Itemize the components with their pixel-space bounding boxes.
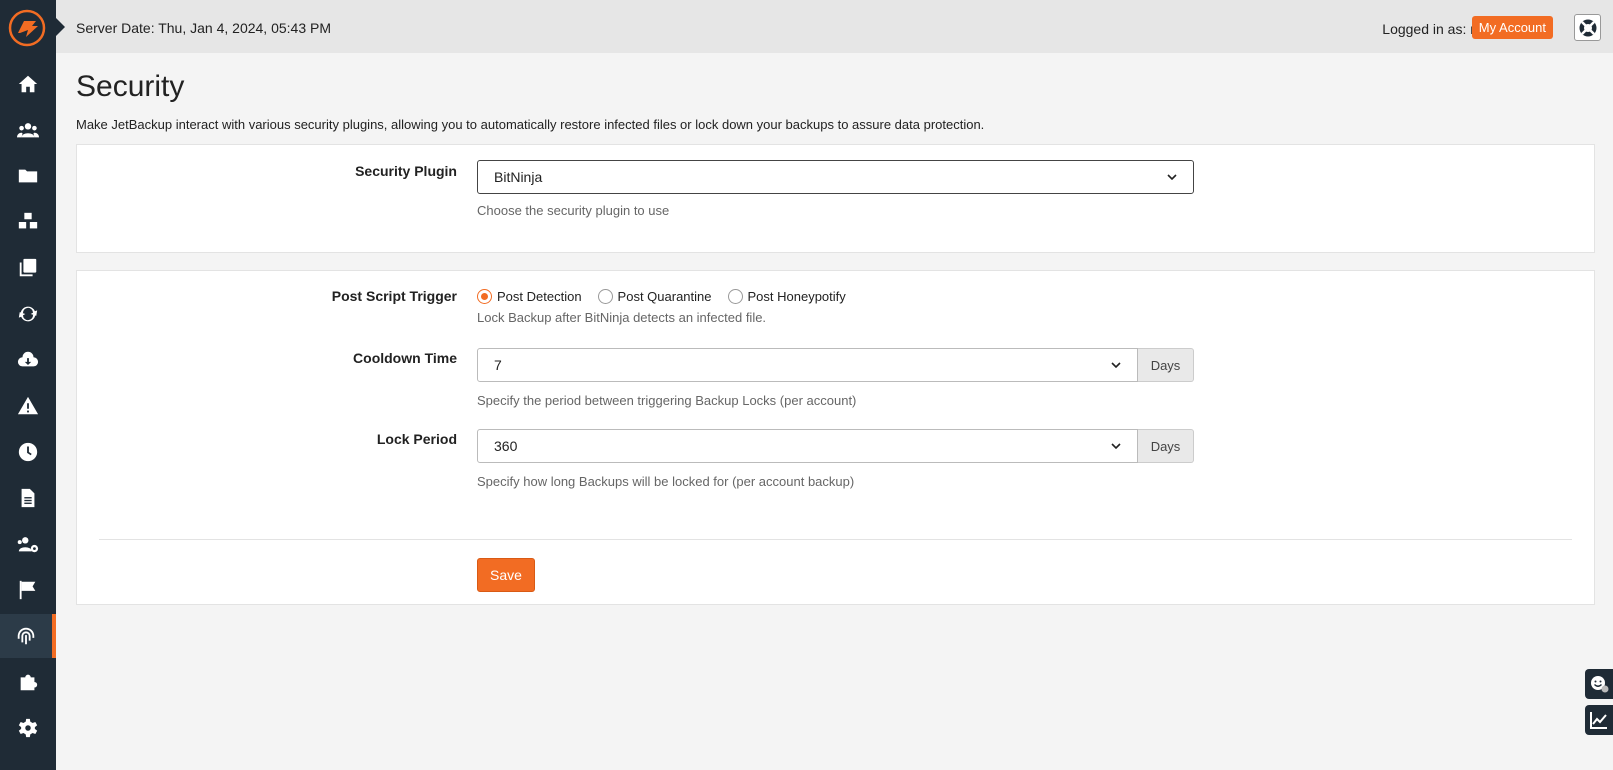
folder-icon [18,169,38,183]
users-icon [17,123,39,138]
cubes-icon [18,212,38,229]
cooldown-time-select[interactable]: 7 [477,348,1138,382]
top-bar: Server Date: Thu, Jan 4, 2024, 05:43 PM … [56,0,1613,53]
radio-unselected-icon [727,288,743,304]
lock-period-help: Specify how long Backups will be locked … [477,474,855,489]
page-description: Make JetBackup interact with various sec… [76,117,985,132]
security-plugin-panel: Security Plugin BitNinja Choose the secu… [76,144,1595,253]
smile-icon [1591,676,1609,693]
sidebar-item-alerts[interactable] [0,384,56,428]
radio-selected-icon [477,288,492,304]
chart-line-icon [1590,712,1607,729]
page-title: Security [76,70,185,103]
security-plugin-value: BitNinja [494,169,543,185]
home-icon [18,75,38,93]
puzzle-icon [20,674,38,691]
cooldown-time-label: Cooldown Time [353,350,457,366]
cooldown-unit: Days [1138,348,1194,382]
radio-post-quarantine[interactable]: Post Quarantine [597,288,712,304]
gear-icon [18,718,38,738]
users-cog-icon [17,537,39,553]
save-button[interactable]: Save [477,558,535,592]
sidebar-item-settings[interactable] [0,706,56,750]
help-button[interactable] [1574,14,1601,41]
sidebar-item-logs[interactable] [0,476,56,520]
post-script-trigger-label: Post Script Trigger [331,288,457,304]
divider [99,539,1572,540]
sidebar-pointer-icon [56,18,65,36]
jetbackup-logo-icon[interactable] [8,9,46,47]
lock-period-select[interactable]: 360 [477,429,1138,463]
radio-unselected-icon [597,288,613,304]
logged-in-label: Logged in as: [1382,21,1467,37]
warning-icon [17,396,39,415]
lock-period-unit: Days [1138,429,1194,463]
feedback-button[interactable] [1585,669,1613,699]
radio-label: Post Detection [497,288,582,304]
sidebar-item-accounts[interactable] [0,108,56,152]
sidebar-item-backups[interactable] [0,200,56,244]
sidebar-item-permissions[interactable] [0,522,56,566]
sidebar-item-home[interactable] [0,62,56,106]
radio-post-detection[interactable]: Post Detection [477,288,582,304]
chevron-down-icon [1167,174,1177,180]
chevron-down-icon [1111,443,1121,449]
sidebar [0,0,56,770]
server-date: Server Date: Thu, Jan 4, 2024, 05:43 PM [76,20,332,36]
post-script-trigger-radios: Post Detection Post Quarantine Post Hone… [477,286,862,306]
security-plugin-select[interactable]: BitNinja [477,160,1194,194]
sidebar-item-restore[interactable] [0,292,56,336]
life-ring-icon [1579,19,1596,36]
copy-icon [19,258,37,277]
security-plugin-label: Security Plugin [355,163,457,179]
cloud-download-icon [17,351,39,367]
cooldown-help: Specify the period between triggering Ba… [477,393,857,408]
radio-post-honeypotify[interactable]: Post Honeypotify [727,288,846,304]
fingerprint-icon [17,627,35,645]
sidebar-item-reports[interactable] [0,568,56,612]
clock-icon [18,442,38,462]
chevron-down-icon [1111,362,1121,368]
analytics-button[interactable] [1585,705,1613,735]
lock-period-label: Lock Period [376,431,457,447]
post-script-help: Lock Backup after BitNinja detects an in… [477,310,767,325]
sidebar-item-security[interactable] [0,614,56,658]
sync-icon [18,306,38,322]
my-account-button[interactable]: My Account [1471,16,1553,39]
file-icon [21,488,35,508]
lock-period-value: 360 [494,438,518,454]
post-script-panel: Post Script Trigger Post Detection Post … [76,270,1595,605]
sidebar-item-clone[interactable] [0,246,56,290]
sidebar-item-files[interactable] [0,154,56,198]
sidebar-item-queue[interactable] [0,430,56,474]
flag-icon [19,580,36,600]
security-plugin-help: Choose the security plugin to use [477,203,670,218]
sidebar-item-plugins[interactable] [0,660,56,704]
sidebar-item-downloads[interactable] [0,338,56,382]
radio-label: Post Honeypotify [747,288,846,304]
cooldown-time-value: 7 [494,357,502,373]
radio-label: Post Quarantine [617,288,712,304]
